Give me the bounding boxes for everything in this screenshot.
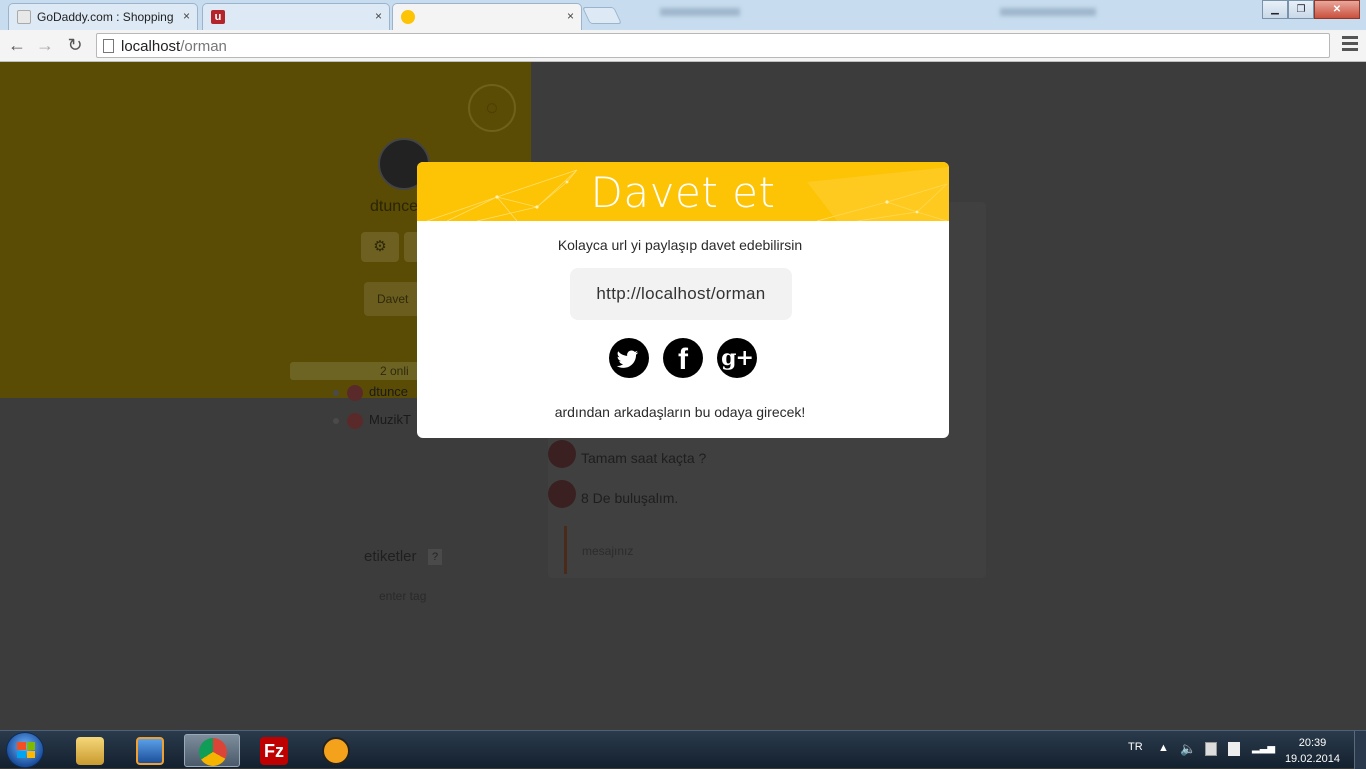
modal-title: Davet et (590, 168, 776, 217)
user-list-item[interactable]: dtunce (333, 384, 408, 401)
windows-logo-icon (17, 742, 35, 758)
action-center-icon[interactable] (1205, 742, 1217, 756)
username: dtunce (370, 198, 419, 215)
blurred-extension (660, 8, 740, 16)
avatar (548, 480, 576, 508)
online-count: 2 onli (290, 362, 426, 380)
filezilla-icon: Fz (260, 737, 288, 765)
start-button[interactable] (6, 732, 44, 768)
taskbar-explorer[interactable] (62, 734, 118, 767)
maximize-button[interactable]: ❐ (1288, 0, 1314, 19)
taskbar-clock[interactable]: 20:39 19.02.2014 (1285, 735, 1340, 767)
settings-button[interactable]: ⚙ (361, 232, 399, 262)
new-tab-button[interactable] (582, 7, 622, 24)
address-url: localhost/orman (121, 38, 227, 55)
tags-heading: etiketler (364, 548, 417, 565)
page-icon (103, 39, 114, 53)
tab-close-icon[interactable]: × (567, 9, 574, 23)
forward-arrow-icon[interactable]: → (34, 34, 56, 56)
browser-tab-bar: GoDaddy.com : Shopping × u × × ▁ ❐ ✕ (0, 0, 1366, 30)
url-path: /orman (180, 38, 227, 55)
twitter-bird (616, 350, 639, 368)
app-favicon-icon: u (211, 10, 225, 24)
blurred-profile (1000, 8, 1096, 16)
modal-footer-text: ardından arkadaşların bu odaya girecek! (554, 404, 806, 420)
close-window-button[interactable]: ✕ (1314, 0, 1360, 19)
tray-expand-icon[interactable]: ▲ (1158, 742, 1169, 754)
page-overlay-dimmed: ◌ dtunce ⚙ Davet 2 onli dtunce MuzikT et… (0, 62, 1366, 730)
invite-button[interactable]: Davet (364, 282, 424, 316)
message-text: 8 De buluşalım. (581, 490, 679, 506)
url-host: localhost (121, 38, 181, 55)
chat-bubble-icon[interactable]: ◌ (468, 84, 516, 132)
chrome-icon (199, 738, 227, 766)
show-desktop-button[interactable] (1354, 731, 1366, 769)
tab-active[interactable]: × (392, 3, 582, 30)
volume-icon[interactable]: 🔈 (1180, 741, 1196, 757)
reload-icon[interactable]: ↻ (64, 34, 86, 56)
clock-time: 20:39 (1298, 737, 1327, 749)
taskbar-filezilla[interactable]: Fz (246, 734, 302, 767)
share-url-field[interactable]: http://localhost/orman (570, 268, 792, 320)
taskbar-aimp[interactable] (308, 734, 364, 767)
tab-second[interactable]: u × (202, 3, 390, 30)
window-controls: ▁ ❐ ✕ (1262, 0, 1360, 20)
avatar (347, 412, 363, 429)
message-input[interactable]: mesajınız (564, 526, 964, 574)
tab-title: GoDaddy.com : Shopping (37, 10, 174, 24)
clock-date: 19.02.2014 (1284, 753, 1340, 765)
minimize-button[interactable]: ▁ (1262, 0, 1288, 19)
back-arrow-icon[interactable]: ← (6, 34, 28, 56)
address-bar[interactable]: localhost/orman (96, 33, 1330, 58)
user-name: MuzikT (369, 412, 411, 427)
browser-toolbar: ← → ↻ localhost/orman (0, 30, 1366, 62)
modal-subtitle: Kolayca url yi paylaşıp davet edebilirsi… (557, 237, 803, 253)
status-dot-icon (333, 417, 339, 424)
invite-modal: Davet et Kolayca url yi paylaşıp davet e… (417, 162, 949, 438)
user-list-item[interactable]: MuzikT (333, 412, 411, 429)
aimp-icon (322, 737, 350, 765)
tag-input[interactable]: enter tag (379, 589, 426, 603)
media-player-icon (136, 737, 164, 765)
facebook-icon[interactable]: f (663, 338, 703, 378)
message-text: Tamam saat kaçta ? (581, 450, 707, 466)
status-dot-icon (333, 389, 339, 396)
site-favicon-icon (401, 10, 415, 24)
godaddy-favicon-icon (17, 10, 31, 24)
device-icon[interactable] (1228, 742, 1240, 756)
language-indicator[interactable]: TR (1128, 741, 1143, 753)
user-name: dtunce (369, 384, 409, 399)
menu-icon[interactable] (1342, 36, 1358, 54)
tags-help-button[interactable]: ? (428, 549, 442, 565)
modal-header: Davet et (417, 162, 949, 221)
avatar (347, 384, 363, 401)
avatar (548, 440, 576, 468)
tab-close-icon[interactable]: × (183, 9, 190, 23)
windows-taskbar: Fz TR ▲ 🔈 ▂▃▅ 20:39 19.02.2014 (0, 730, 1366, 769)
tab-close-icon[interactable]: × (375, 9, 382, 23)
google-plus-icon[interactable]: g+ (717, 338, 757, 378)
network-signal-icon[interactable]: ▂▃▅ (1252, 743, 1275, 754)
taskbar-media-player[interactable] (122, 734, 178, 767)
taskbar-chrome[interactable] (184, 734, 240, 767)
folder-icon (76, 737, 104, 765)
twitter-icon[interactable] (609, 338, 649, 378)
tab-godaddy[interactable]: GoDaddy.com : Shopping × (8, 3, 198, 30)
